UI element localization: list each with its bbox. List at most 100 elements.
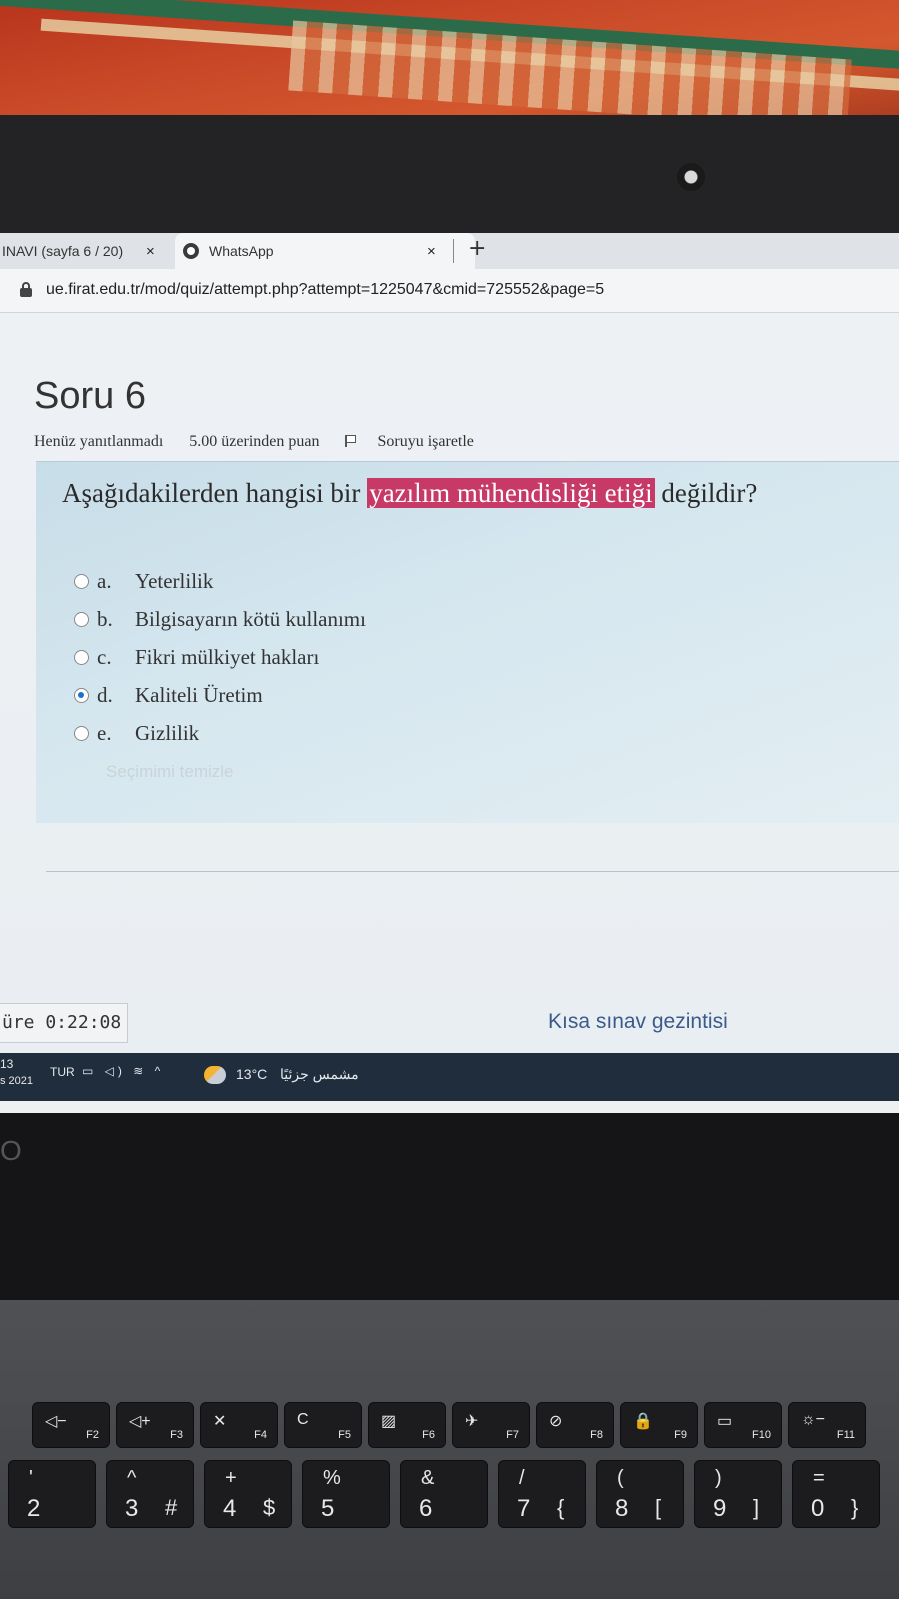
lock-icon [20,282,32,297]
refresh-icon: C [297,1411,309,1428]
radio-button-selected[interactable] [74,687,89,703]
close-icon[interactable]: × [427,243,436,260]
clock-date[interactable]: s 2021 [0,1075,33,1087]
question-text: Aşağıdakilerden hangisi bir yazılım mühe… [62,478,757,509]
key-char: 5 [321,1495,335,1522]
key-4[interactable]: +4 $ [204,1460,292,1528]
key-0[interactable]: = 0} [792,1460,880,1528]
key-char: 8 [615,1495,629,1522]
windows-taskbar: 13 s 2021 TUR ▭ ◁) ≋ ^ 13°C مشمس جزئيًا [0,1053,899,1101]
camera-off-icon: ⊘ [549,1413,563,1430]
key-f3[interactable]: ◁+ F3 [116,1402,194,1448]
key-3[interactable]: ^ 3 # [106,1460,194,1528]
radio-button[interactable] [74,649,89,665]
key-alt-char: $ [263,1495,276,1520]
option-text: Fikri mülkiyet hakları [135,644,320,669]
answer-option-d[interactable]: d. Kaliteli Üretim [74,676,366,714]
key-shift-char: + [225,1467,237,1489]
key-char: 6 [419,1495,433,1522]
key-f7[interactable]: ✈ F7 [452,1402,530,1448]
answer-options: a. Yeterlilik b. Bilgisayarın kötü kulla… [74,562,366,752]
option-text: Bilgisayarın kötü kullanımı [135,606,366,631]
address-bar[interactable]: ue.firat.edu.tr/mod/quiz/attempt.php?att… [0,269,899,313]
key-shift-char: % [323,1467,341,1489]
key-alt-char: [ [655,1495,662,1520]
key-alt-char: } [851,1495,859,1520]
laptop-logo: O [0,1135,22,1166]
key-shift-char: ' [29,1467,33,1489]
whatsapp-icon [183,243,199,259]
option-text: Kaliteli Üretim [135,682,263,707]
key-7[interactable]: / 7 { [498,1460,586,1528]
question-title: Soru 6 [34,375,146,417]
quiz-navigation-link[interactable]: Kısa sınav gezintisi [548,1010,728,1034]
key-label: F8 [590,1429,603,1441]
option-text: Gizlilik [135,720,200,745]
key-5[interactable]: % 5 [302,1460,390,1528]
key-shift-char: ( [617,1467,624,1489]
question-status: Henüz yanıtlanmadı [34,433,164,450]
tab-separator [453,239,454,263]
quiz-page: Soru 6 Henüz yanıtlanmadı 5.00 üzerinden… [0,313,899,1053]
key-char: 0 [811,1495,825,1522]
tab-label: WhatsApp [209,243,274,259]
webcam-icon [676,162,706,192]
new-tab-button[interactable]: + [468,236,486,261]
question-highlight: yazılım mühendisliği etiği [367,478,655,508]
question-box: Aşağıdakilerden hangisi bir yazılım mühe… [36,461,899,823]
tray-icons[interactable]: ▭ ◁) ≋ ^ [82,1064,164,1078]
browser-tab-bar: INAVI (sayfa 6 / 20) × WhatsApp × + [0,233,899,269]
key-8[interactable]: (8 [ [596,1460,684,1528]
key-f4[interactable]: ✕ F4 [200,1402,278,1448]
question-info: Henüz yanıtlanmadı 5.00 üzerinden puan S… [34,433,518,451]
key-char: 4 [223,1495,237,1522]
key-shift-char: ^ [127,1467,137,1489]
keyboard-deck: ◁− F2 ◁+ F3 ✕ F4 C F5 ▨ F6 ✈ F7 ⊘ F8 🔒 F9 ▭ F10 ☼… [0,1300,899,1599]
weather-condition[interactable]: مشمس جزئيًا [280,1066,359,1083]
rug-background [0,0,899,125]
close-icon[interactable]: × [146,243,155,260]
question-text-part: Aşağıdakilerden hangisi bir [62,478,368,508]
key-f5[interactable]: C F5 [284,1402,362,1448]
key-6[interactable]: & 6 [400,1460,488,1528]
radio-button[interactable] [74,611,89,627]
key-alt-char: # [165,1495,178,1520]
key-shift-char: = [813,1467,825,1489]
key-f8[interactable]: ⊘ F8 [536,1402,614,1448]
clear-choice-link[interactable]: Seçimimi temizle [106,762,234,782]
key-f2[interactable]: ◁− F2 [32,1402,110,1448]
clock-time[interactable]: 13 [0,1057,13,1071]
key-f9[interactable]: 🔒 F9 [620,1402,698,1448]
language-indicator[interactable]: TUR [50,1065,75,1079]
key-label: F4 [254,1429,267,1441]
key-label: F9 [674,1429,687,1441]
answer-option-a[interactable]: a. Yeterlilik [74,562,366,600]
radio-button[interactable] [74,725,89,741]
option-letter: a. [97,568,112,593]
key-9[interactable]: ) 9] [694,1460,782,1528]
weather-icon[interactable] [204,1066,226,1084]
weather-temperature[interactable]: 13°C [236,1066,267,1082]
key-f11[interactable]: ☼− F11 [788,1402,866,1448]
option-letter: c. [97,644,112,669]
lock-icon: 🔒 [633,1413,653,1430]
key-label: F11 [836,1429,855,1441]
key-label: F2 [86,1429,99,1441]
answer-option-c[interactable]: c. Fikri mülkiyet hakları [74,638,366,676]
tab-quiz[interactable]: INAVI (sayfa 6 / 20) × [0,233,170,269]
key-f10[interactable]: ▭ F10 [704,1402,782,1448]
key-char: 3 [125,1495,139,1522]
key-f6[interactable]: ▨ F6 [368,1402,446,1448]
key-char: 7 [517,1495,531,1522]
laptop-bezel-top [0,115,899,233]
tab-whatsapp[interactable]: WhatsApp × [175,233,475,269]
flag-question-link[interactable]: Soruyu işaretle [345,433,495,450]
key-2[interactable]: ' 2 [8,1460,96,1528]
divider [46,871,899,872]
key-shift-char: / [519,1467,525,1489]
url-text[interactable]: ue.firat.edu.tr/mod/quiz/attempt.php?att… [46,281,604,299]
answer-option-e[interactable]: e. Gizlilik [74,714,366,752]
answer-option-b[interactable]: b. Bilgisayarın kötü kullanımı [74,600,366,638]
volume-up-icon: ◁+ [129,1413,151,1430]
radio-button[interactable] [74,573,89,589]
